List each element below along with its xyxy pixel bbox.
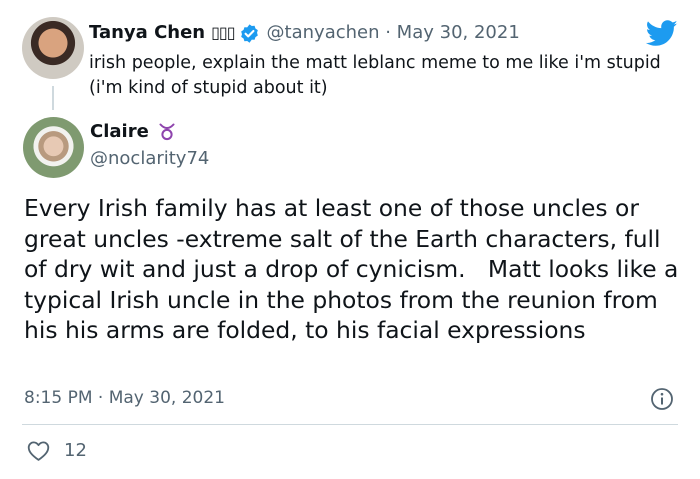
heart-icon[interactable] bbox=[27, 440, 50, 462]
divider bbox=[22, 424, 678, 425]
reply-author-row: Claire bbox=[90, 120, 177, 144]
tweet-timestamp[interactable]: 8:15 PM · May 30, 2021 bbox=[24, 386, 225, 410]
like-count: 12 bbox=[64, 440, 87, 461]
reply-author-name[interactable]: Claire bbox=[90, 120, 149, 144]
thread-connector-line bbox=[52, 86, 54, 110]
verified-badge-icon bbox=[240, 23, 258, 43]
twitter-bird-icon[interactable] bbox=[646, 20, 678, 47]
parent-name-glyphs: ▯▯▯ bbox=[211, 23, 235, 42]
parent-author-row: Tanya Chen ▯▯▯ @tanyachen · May 30, 2021 bbox=[89, 21, 520, 45]
reply-tweet-body: Every Irish family has at least one of t… bbox=[24, 194, 686, 344]
avatar-claire[interactable] bbox=[23, 117, 84, 178]
parent-author-name[interactable]: Tanya Chen bbox=[89, 21, 205, 45]
info-icon[interactable] bbox=[650, 387, 674, 411]
avatar-tanya-chen[interactable] bbox=[22, 17, 84, 79]
taurus-emoji-icon bbox=[156, 122, 177, 142]
reply-handle[interactable]: @noclarity74 bbox=[90, 147, 209, 171]
parent-handle-date[interactable]: @tanyachen · May 30, 2021 bbox=[267, 21, 520, 45]
parent-tweet-text: irish people, explain the matt leblanc m… bbox=[89, 53, 661, 98]
